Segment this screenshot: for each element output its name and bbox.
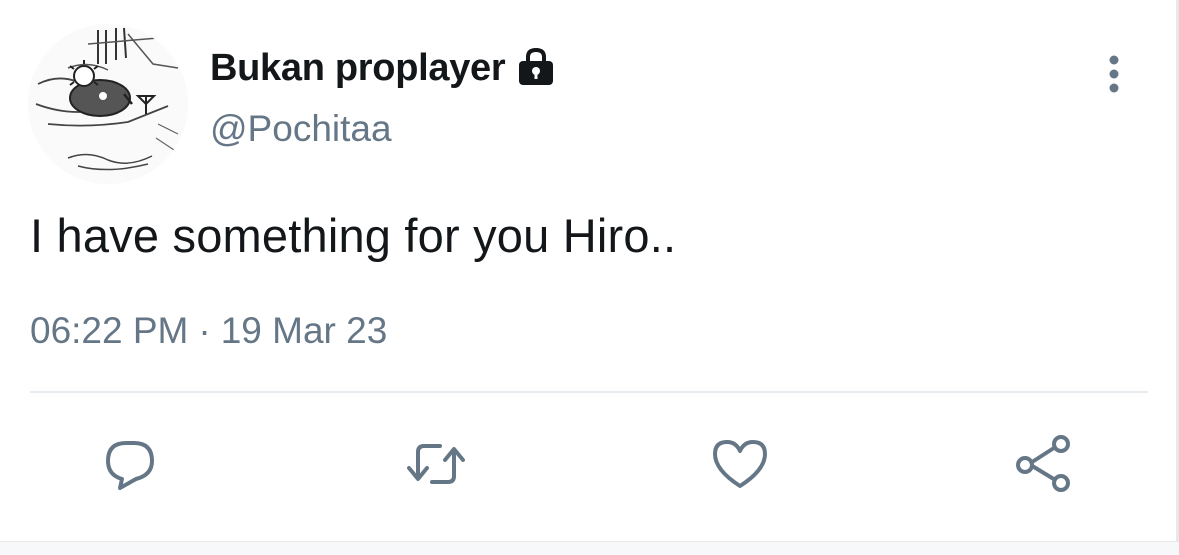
bottom-edge [0, 541, 1179, 555]
avatar[interactable] [28, 24, 188, 184]
retweet-icon [407, 444, 465, 484]
like-button[interactable] [708, 432, 772, 496]
cartoon-dog-avatar-image [28, 24, 188, 184]
meta-separator: · [198, 310, 211, 351]
share-icon [1016, 435, 1070, 492]
reply-button[interactable] [98, 432, 162, 496]
tweet-detail: Bukan proplayer @Pochitaa I have somethi… [0, 0, 1179, 555]
share-button[interactable] [1012, 432, 1076, 496]
tweet-meta: 06:22 PM · 19 Mar 23 [30, 310, 387, 352]
more-vertical-icon [1109, 55, 1119, 93]
user-name-row: Bukan proplayer [210, 44, 557, 92]
user-handle[interactable]: @Pochitaa [210, 108, 392, 150]
reply-icon [106, 441, 154, 490]
retweet-button[interactable] [404, 432, 468, 496]
more-options-button[interactable] [1096, 52, 1132, 96]
tweet-date: 19 Mar 23 [220, 310, 388, 351]
lock-icon [515, 47, 557, 89]
display-name[interactable]: Bukan proplayer [210, 47, 506, 90]
tweet-time: 06:22 PM [30, 310, 189, 351]
divider [30, 391, 1148, 393]
heart-icon [713, 440, 767, 488]
tweet-text: I have something for you Hiro.. [30, 209, 677, 262]
